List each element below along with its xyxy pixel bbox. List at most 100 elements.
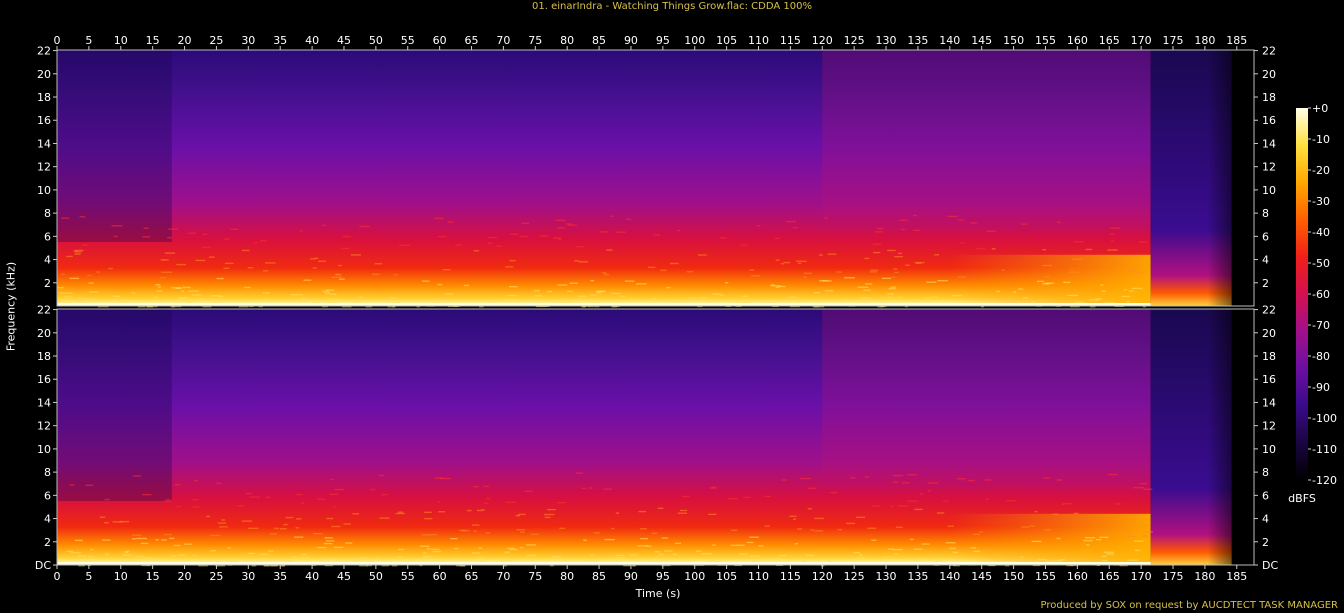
x-tick-label-bottom: 100	[684, 570, 705, 583]
y-tick-label-left: 10	[37, 184, 51, 197]
x-tick-label-bottom: 160	[1067, 570, 1088, 583]
x-tick-label-top: 135	[907, 34, 928, 47]
y-tick-label-left: 6	[44, 230, 51, 243]
y-tick-label-left: 4	[44, 513, 51, 526]
x-tick-label-bottom: 140	[939, 570, 960, 583]
colorbar-tick-label: -80	[1312, 350, 1330, 363]
x-tick-label-top: 0	[54, 34, 61, 47]
bright-tail	[822, 309, 1151, 489]
x-tick-label-top: 175	[1163, 34, 1184, 47]
y-tick-label-right: 22	[1262, 45, 1276, 58]
silence	[1231, 50, 1254, 306]
x-tick-label-bottom: 0	[54, 570, 61, 583]
y-tick-label-right: 12	[1262, 161, 1276, 174]
x-tick-label-top: 125	[844, 34, 865, 47]
y-tick-label-right: 4	[1262, 513, 1269, 526]
colorbar-label: dBFS	[1288, 492, 1316, 505]
x-tick-label-top: 55	[401, 34, 415, 47]
x-tick-label-bottom: 95	[656, 570, 670, 583]
x-tick-label-top: 110	[748, 34, 769, 47]
colorbar-tick-label: -100	[1312, 412, 1337, 425]
x-tick-label-top: 140	[939, 34, 960, 47]
x-tick-label-top: 80	[560, 34, 574, 47]
x-tick-label-top: 180	[1194, 34, 1215, 47]
spectrogram-chart: 0055101015152020252530303535404045455050…	[35, 34, 1337, 583]
y-tick-label-left: 18	[37, 350, 51, 363]
x-tick-label-top: 25	[209, 34, 223, 47]
y-tick-label-right: 10	[1262, 443, 1276, 456]
colorbar-tick-label: -30	[1312, 195, 1330, 208]
y-tick-label-left: 2	[44, 277, 51, 290]
y-tick-label-left: 22	[37, 45, 51, 58]
x-tick-label-bottom: 175	[1163, 570, 1184, 583]
x-tick-label-top: 150	[1003, 34, 1024, 47]
x-tick-label-bottom: 145	[971, 570, 992, 583]
colorbar-tick-label: -40	[1312, 226, 1330, 239]
x-tick-label-top: 95	[656, 34, 670, 47]
y-tick-label-right: 12	[1262, 420, 1276, 433]
y-tick-label-left: DC	[35, 559, 51, 572]
x-tick-label-bottom: 75	[528, 570, 542, 583]
colorbar-tick-label: -20	[1312, 164, 1330, 177]
x-tick-label-bottom: 30	[241, 570, 255, 583]
colorbar-tick-label: -60	[1312, 288, 1330, 301]
x-tick-label-top: 35	[273, 34, 287, 47]
y-tick-label-left: 4	[44, 254, 51, 267]
x-tick-label-top: 60	[433, 34, 447, 47]
x-tick-label-bottom: 60	[433, 570, 447, 583]
x-tick-label-bottom: 185	[1226, 570, 1247, 583]
x-tick-label-bottom: 25	[209, 570, 223, 583]
x-tick-label-bottom: 170	[1131, 570, 1152, 583]
colorbar-tick-label: -110	[1312, 443, 1337, 456]
x-tick-label-top: 85	[592, 34, 606, 47]
y-tick-label-right: 8	[1262, 207, 1269, 220]
y-tick-label-right: 14	[1262, 137, 1276, 150]
y-tick-label-right: 2	[1262, 536, 1269, 549]
x-tick-label-bottom: 155	[1035, 570, 1056, 583]
x-tick-label-bottom: 50	[369, 570, 383, 583]
y-tick-label-right: 10	[1262, 184, 1276, 197]
x-tick-label-top: 40	[305, 34, 319, 47]
x-tick-label-bottom: 10	[114, 570, 128, 583]
x-tick-label-top: 75	[528, 34, 542, 47]
x-tick-label-bottom: 85	[592, 570, 606, 583]
x-tick-label-bottom: 65	[465, 570, 479, 583]
x-tick-label-bottom: 15	[146, 570, 160, 583]
quiet-intro-shade	[57, 309, 172, 501]
colorbar-tick-label: -50	[1312, 257, 1330, 270]
x-tick-label-top: 165	[1099, 34, 1120, 47]
x-tick-label-top: 90	[624, 34, 638, 47]
silence	[1231, 309, 1254, 565]
x-tick-label-bottom: 5	[85, 570, 92, 583]
y-tick-label-right: 16	[1262, 114, 1276, 127]
x-tick-label-bottom: 105	[716, 570, 737, 583]
x-tick-label-bottom: 70	[496, 570, 510, 583]
x-tick-label-bottom: 80	[560, 570, 574, 583]
x-tick-label-top: 30	[241, 34, 255, 47]
x-tick-label-bottom: 110	[748, 570, 769, 583]
x-tick-label-top: 20	[178, 34, 192, 47]
x-tick-label-bottom: 90	[624, 570, 638, 583]
colorbar-tick-label: -70	[1312, 319, 1330, 332]
y-tick-label-right: 6	[1262, 489, 1269, 502]
x-tick-label-bottom: 55	[401, 570, 415, 583]
y-tick-label-right: 14	[1262, 396, 1276, 409]
warm-rise	[949, 254, 1151, 306]
y-tick-label-left: 14	[37, 396, 51, 409]
colorbar	[1296, 108, 1308, 480]
y-tick-label-right: 6	[1262, 230, 1269, 243]
x-tick-label-bottom: 150	[1003, 570, 1024, 583]
x-axis-label: Time (s)	[635, 587, 681, 600]
y-tick-label-left: 16	[37, 114, 51, 127]
colorbar-tick-label: +0	[1312, 102, 1328, 115]
x-tick-label-bottom: 125	[844, 570, 865, 583]
x-tick-label-bottom: 180	[1194, 570, 1215, 583]
x-tick-label-bottom: 120	[812, 570, 833, 583]
x-tick-label-bottom: 135	[907, 570, 928, 583]
quiet-intro-shade	[57, 50, 172, 242]
colorbar-tick-label: -10	[1312, 133, 1330, 146]
y-tick-label-left: 22	[37, 304, 51, 317]
warm-rise	[949, 513, 1151, 565]
bright-tail	[822, 50, 1151, 230]
x-tick-label-top: 70	[496, 34, 510, 47]
